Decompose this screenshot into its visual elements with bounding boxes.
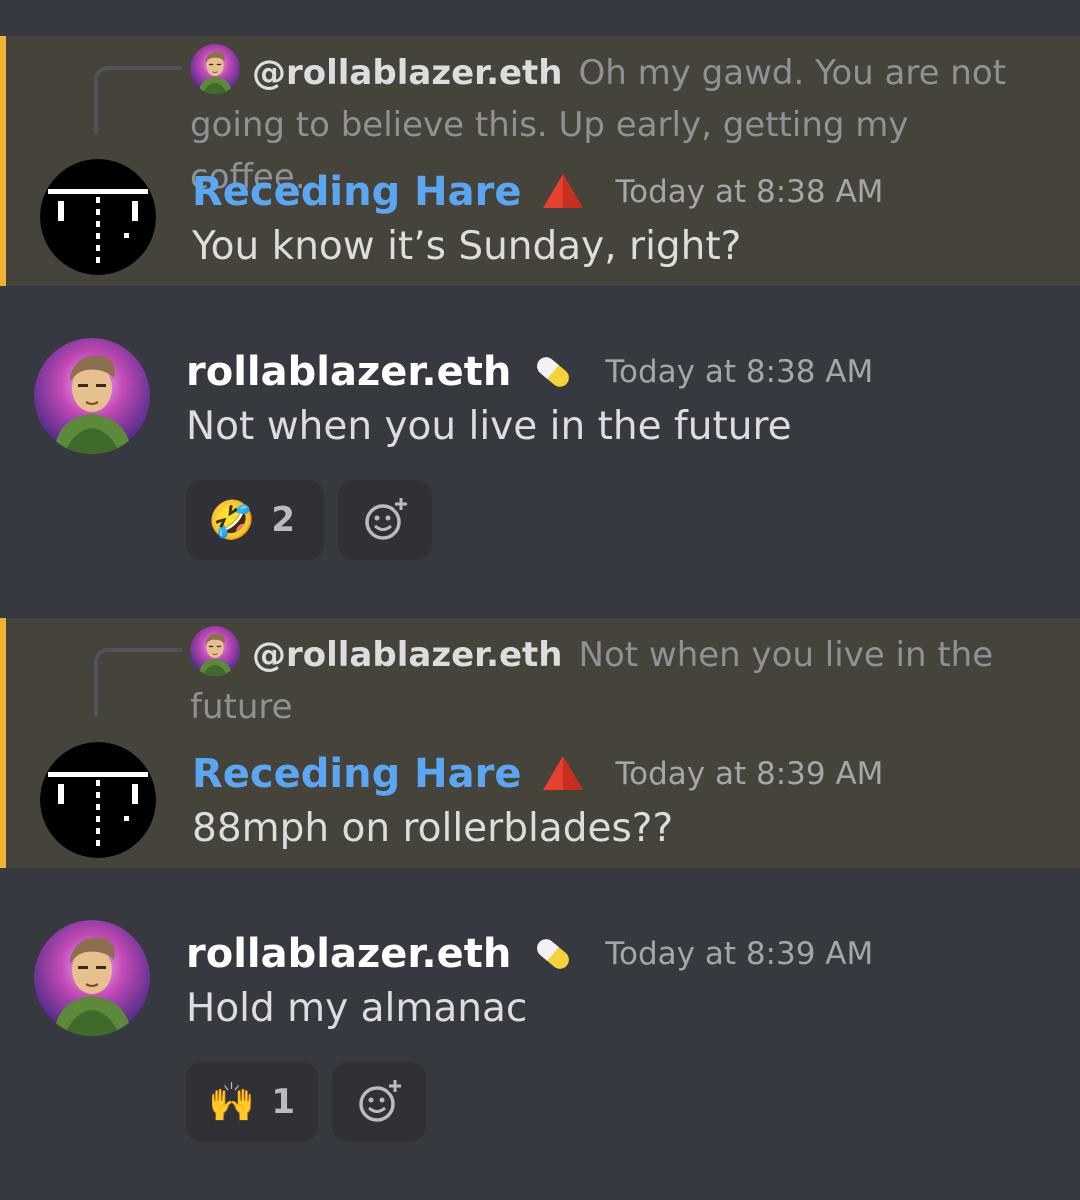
reply-avatar xyxy=(190,626,240,676)
avatar[interactable] xyxy=(40,159,156,275)
red-triangle-icon xyxy=(539,750,587,798)
timestamp: Today at 8:39 AM xyxy=(615,756,884,792)
avatar[interactable] xyxy=(34,338,150,454)
username[interactable]: rollablazer.eth xyxy=(186,931,511,977)
message-highlighted[interactable]: @rollablazer.eth Oh my gawd. You are not … xyxy=(0,36,1080,286)
message-header: rollablazer.eth Today at 8:38 AM xyxy=(186,344,873,400)
message[interactable]: rollablazer.eth Today at 8:38 AM Not whe… xyxy=(0,290,1080,610)
reaction-button[interactable]: 🙌 1 xyxy=(186,1062,318,1142)
username[interactable]: Receding Hare xyxy=(192,751,521,797)
reaction-button[interactable]: 🤣 2 xyxy=(186,480,324,560)
raising-hands-emoji: 🙌 xyxy=(208,1079,256,1124)
reply-preview[interactable]: @rollablazer.eth Not when you live in the… xyxy=(190,626,1060,733)
message-header: Receding Hare Today at 8:39 AM xyxy=(192,746,883,802)
chat-message-list: @rollablazer.eth Oh my gawd. You are not … xyxy=(0,0,1080,1200)
message-body: Hold my almanac xyxy=(186,986,528,1031)
message[interactable]: rollablazer.eth Today at 8:39 AM Hold my… xyxy=(0,872,1080,1192)
reaction-count: 1 xyxy=(271,1082,295,1122)
timestamp: Today at 8:39 AM xyxy=(605,936,874,972)
message-header: Receding Hare Today at 8:38 AM xyxy=(192,164,883,220)
reply-author[interactable]: @rollablazer.eth xyxy=(252,53,563,93)
avatar[interactable] xyxy=(34,920,150,1036)
message-body: You know it’s Sunday, right? xyxy=(192,224,742,269)
message-header: rollablazer.eth Today at 8:39 AM xyxy=(186,926,873,982)
reaction-count: 2 xyxy=(271,500,295,540)
rolling-on-floor-laughing-emoji: 🤣 xyxy=(208,497,256,542)
username[interactable]: Receding Hare xyxy=(192,169,521,215)
add-reaction-icon xyxy=(365,498,407,540)
timestamp: Today at 8:38 AM xyxy=(615,174,884,210)
pill-icon xyxy=(529,930,577,978)
add-reaction-button[interactable] xyxy=(338,480,432,560)
reply-connector xyxy=(94,648,182,716)
message-body: Not when you live in the future xyxy=(186,404,792,449)
timestamp: Today at 8:38 AM xyxy=(605,354,874,390)
message-body: 88mph on rollerblades?? xyxy=(192,806,674,851)
username[interactable]: rollablazer.eth xyxy=(186,349,511,395)
reply-avatar xyxy=(190,44,240,94)
reply-connector xyxy=(94,66,182,134)
red-triangle-icon xyxy=(539,168,587,216)
pill-icon xyxy=(529,348,577,396)
message-highlighted[interactable]: @rollablazer.eth Not when you live in the… xyxy=(0,618,1080,868)
avatar[interactable] xyxy=(40,742,156,858)
add-reaction-icon xyxy=(359,1080,401,1122)
reply-author[interactable]: @rollablazer.eth xyxy=(252,635,563,675)
add-reaction-button[interactable] xyxy=(332,1062,426,1142)
